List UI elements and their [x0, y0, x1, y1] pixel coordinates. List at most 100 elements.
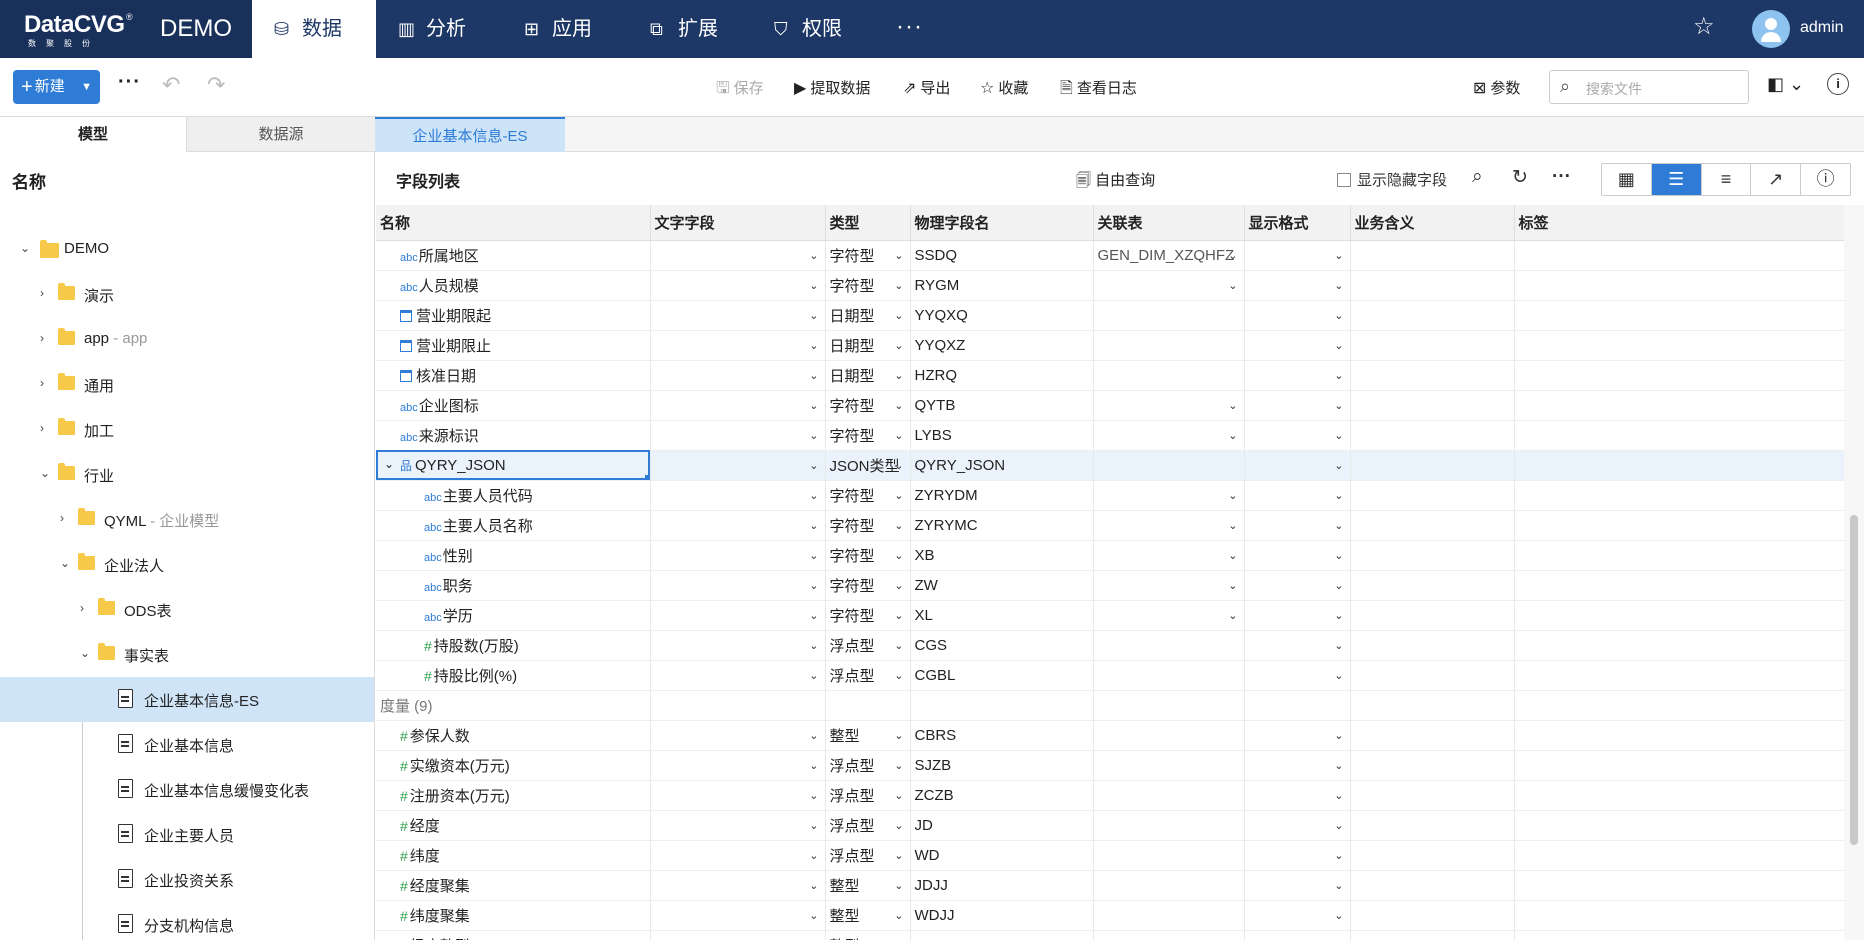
new-button[interactable]: + 新建 ▼: [13, 70, 100, 104]
tag-cell[interactable]: [1514, 810, 1844, 841]
info-icon[interactable]: i: [1827, 73, 1849, 95]
field-name-cell[interactable]: 营业期限止: [376, 330, 651, 361]
table-row[interactable]: abc职务 ⌄ 字符型 ⌄ ZW ⌄ ⌄: [376, 570, 1844, 601]
params-button[interactable]: ⊠ 参数: [1473, 77, 1520, 98]
username[interactable]: admin: [1800, 19, 1844, 37]
relation-select[interactable]: [1093, 300, 1245, 331]
nav-tab-extension[interactable]: ⧉ 扩展: [628, 0, 752, 58]
relation-select[interactable]: [1093, 330, 1245, 361]
tag-cell[interactable]: [1514, 570, 1844, 601]
format-select[interactable]: ⌄: [1244, 390, 1351, 421]
business-meaning-cell[interactable]: [1350, 360, 1515, 391]
table-row[interactable]: abc来源标识 ⌄ 字符型 ⌄ LYBS ⌄ ⌄: [376, 420, 1844, 451]
format-select[interactable]: ⌄: [1244, 420, 1351, 451]
text-field-select[interactable]: ⌄: [650, 270, 826, 301]
type-select[interactable]: 字符型 ⌄: [825, 570, 911, 601]
tree-node[interactable]: 企业基本信息: [0, 722, 374, 767]
search-icon[interactable]: ⌕: [1472, 166, 1483, 188]
type-select[interactable]: 字符型 ⌄: [825, 510, 911, 541]
relation-select[interactable]: [1093, 840, 1245, 871]
relation-select[interactable]: ⌄: [1093, 570, 1245, 601]
type-select[interactable]: 整型⌄: [825, 870, 911, 901]
table-row[interactable]: abc所属地区 ⌄ 字符型 ⌄ SSDQ GEN_DIM_XZQHFZ ⌄ ⌄: [376, 240, 1844, 271]
field-name-cell[interactable]: # 纬度聚集: [376, 900, 651, 931]
format-select[interactable]: ⌄: [1244, 300, 1351, 331]
text-field-select[interactable]: ⌄: [650, 630, 826, 661]
field-name-cell[interactable]: # 经度: [376, 810, 651, 841]
export-button[interactable]: ⇗ 导出: [903, 77, 950, 98]
more-icon[interactable]: ···: [1552, 166, 1571, 188]
physical-name-cell[interactable]: ZYRYDM: [910, 480, 1094, 511]
type-select[interactable]: 字符型 ⌄: [825, 390, 911, 421]
format-select[interactable]: ⌄: [1244, 450, 1351, 481]
relation-select[interactable]: [1093, 870, 1245, 901]
physical-name-cell[interactable]: SSDQ: [910, 240, 1094, 271]
type-select[interactable]: 整型⌄: [825, 900, 911, 931]
tag-cell[interactable]: [1514, 420, 1844, 451]
format-select[interactable]: ⌄: [1244, 900, 1351, 931]
type-select[interactable]: 整型⌄: [825, 930, 911, 940]
star-icon[interactable]: ☆: [1693, 12, 1715, 41]
text-field-select[interactable]: ⌄: [650, 810, 826, 841]
format-select[interactable]: ⌄: [1244, 600, 1351, 631]
relation-select[interactable]: ⌄: [1093, 420, 1245, 451]
tree-node[interactable]: ⌄ 企业法人: [0, 542, 374, 587]
tree-node[interactable]: 企业基本信息缓慢变化表: [0, 767, 374, 812]
table-row[interactable]: # 纬度 ⌄ 浮点型 ⌄ WD ⌄: [376, 840, 1844, 871]
text-field-select[interactable]: ⌄: [650, 480, 826, 511]
type-select[interactable]: 浮点型 ⌄: [825, 810, 911, 841]
field-name-cell[interactable]: abc性别: [376, 540, 651, 571]
relation-select[interactable]: [1093, 720, 1245, 751]
table-row[interactable]: abc企业图标 ⌄ 字符型 ⌄ QYTB ⌄ ⌄: [376, 390, 1844, 421]
type-select[interactable]: 日期型 ⌄: [825, 360, 911, 391]
business-meaning-cell[interactable]: [1350, 390, 1515, 421]
type-select[interactable]: 字符型 ⌄: [825, 420, 911, 451]
relation-select[interactable]: ⌄: [1093, 270, 1245, 301]
scrollbar-thumb[interactable]: [1850, 515, 1858, 845]
text-field-select[interactable]: ⌄: [650, 390, 826, 421]
physical-name-cell[interactable]: HZRQ: [910, 360, 1094, 391]
business-meaning-cell[interactable]: [1350, 270, 1515, 301]
business-meaning-cell[interactable]: [1350, 660, 1515, 691]
table-row[interactable]: ⌄ 品 QYRY_JSON ⌄ JSON类型 ⌄ QYRY_JSON ⌄: [376, 450, 1844, 481]
field-name-cell[interactable]: # 持股数(万股): [376, 630, 651, 661]
physical-name-cell[interactable]: RYGM: [910, 270, 1094, 301]
physical-name-cell[interactable]: XL: [910, 600, 1094, 631]
type-select[interactable]: JSON类型 ⌄: [825, 450, 911, 481]
relation-select[interactable]: GEN_DIM_XZQHFZ ⌄: [1093, 240, 1245, 271]
field-name-cell[interactable]: abc学历: [376, 600, 651, 631]
trend-view-icon[interactable]: ↗: [1751, 164, 1802, 195]
brand-logo[interactable]: DataCVG ® 数聚股份 DEMO: [0, 0, 252, 58]
tag-cell[interactable]: [1514, 720, 1844, 751]
text-field-select[interactable]: ⌄: [650, 450, 826, 481]
text-field-select[interactable]: ⌄: [650, 780, 826, 811]
text-field-select[interactable]: ⌄: [650, 660, 826, 691]
tree-node[interactable]: 分支机构信息: [0, 902, 374, 940]
field-name-cell[interactable]: abc来源标识: [376, 420, 651, 451]
field-name-cell[interactable]: # 注册资本(万元): [376, 780, 651, 811]
tag-cell[interactable]: [1514, 300, 1844, 331]
format-select[interactable]: ⌄: [1244, 540, 1351, 571]
physical-name-cell[interactable]: QYRY_JSON: [910, 450, 1094, 481]
tag-cell[interactable]: [1514, 510, 1844, 541]
info-view-icon[interactable]: ⓘ: [1801, 164, 1850, 195]
layout-icon[interactable]: ◧ ⌄: [1767, 74, 1804, 95]
tag-cell[interactable]: [1514, 600, 1844, 631]
col-header-meaning[interactable]: 业务含义: [1350, 205, 1515, 241]
tag-cell[interactable]: [1514, 660, 1844, 691]
field-name-cell[interactable]: # 纬度: [376, 840, 651, 871]
text-field-select[interactable]: ⌄: [650, 600, 826, 631]
physical-name-cell[interactable]: QYTB: [910, 390, 1094, 421]
text-field-select[interactable]: ⌄: [650, 720, 826, 751]
physical-name-cell[interactable]: LYBS: [910, 420, 1094, 451]
field-name-cell[interactable]: 核准日期: [376, 360, 651, 391]
tag-cell[interactable]: [1514, 900, 1844, 931]
type-select[interactable]: 字符型 ⌄: [825, 600, 911, 631]
physical-name-cell[interactable]: ZW: [910, 570, 1094, 601]
physical-name-cell[interactable]: YYQXZ: [910, 330, 1094, 361]
tree-node[interactable]: ⌄ DEMO: [0, 227, 374, 272]
table-row[interactable]: abc人员规模 ⌄ 字符型 ⌄ RYGM ⌄ ⌄: [376, 270, 1844, 301]
tag-cell[interactable]: [1514, 930, 1844, 940]
relation-select[interactable]: ⌄: [1093, 480, 1245, 511]
format-select[interactable]: ⌄: [1244, 510, 1351, 541]
